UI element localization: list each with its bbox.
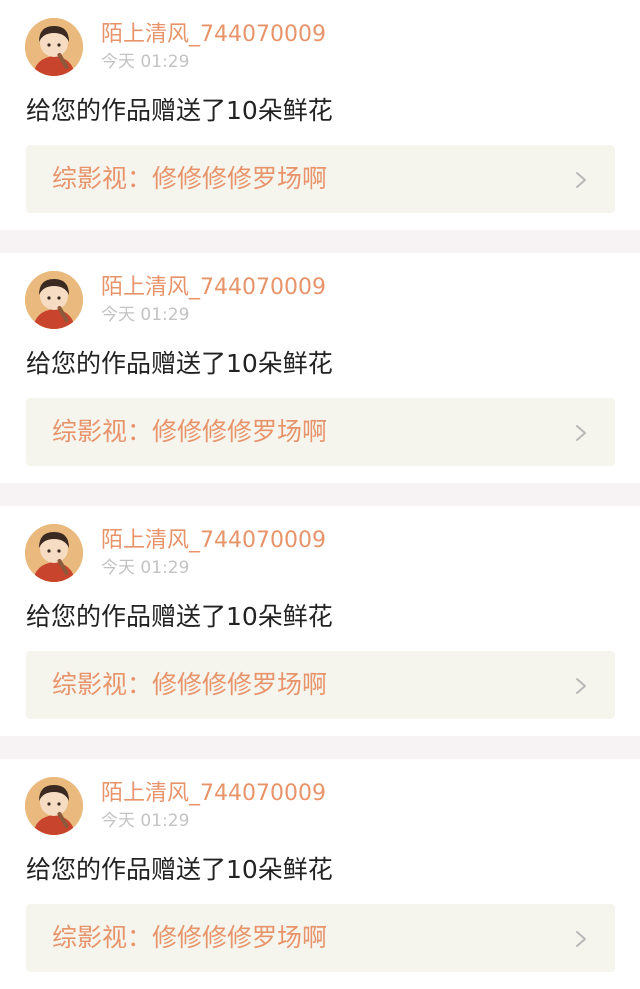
user-avatar-icon[interactable] <box>25 18 83 76</box>
username[interactable]: 陌上清风_744070009 <box>101 273 326 303</box>
notification-item: 陌上清风_744070009 今天 01:29 给您的作品赠送了10朵鲜花 综影… <box>0 506 640 736</box>
timestamp: 今天 01:29 <box>101 52 190 72</box>
notification-item: 陌上清风_744070009 今天 01:29 给您的作品赠送了10朵鲜花 综影… <box>0 253 640 483</box>
notification-message: 给您的作品赠送了10朵鲜花 <box>26 349 333 378</box>
work-title: 综影视：修修修修罗场啊 <box>52 164 328 193</box>
chevron-right-icon <box>575 424 587 442</box>
work-link-button[interactable]: 综影视：修修修修罗场啊 <box>26 651 615 719</box>
notification-item: 陌上清风_744070009 今天 01:29 给您的作品赠送了10朵鲜花 综影… <box>0 759 640 989</box>
work-link-button[interactable]: 综影视：修修修修罗场啊 <box>26 398 615 466</box>
work-title: 综影视：修修修修罗场啊 <box>52 923 328 952</box>
timestamp: 今天 01:29 <box>101 811 190 831</box>
work-title: 综影视：修修修修罗场啊 <box>52 670 328 699</box>
notification-list: 陌上清风_744070009 今天 01:29 给您的作品赠送了10朵鲜花 综影… <box>0 0 640 989</box>
chevron-right-icon <box>575 171 587 189</box>
user-avatar-icon[interactable] <box>25 524 83 582</box>
notification-message: 给您的作品赠送了10朵鲜花 <box>26 855 333 884</box>
notification-item: 陌上清风_744070009 今天 01:29 给您的作品赠送了10朵鲜花 综影… <box>0 0 640 230</box>
work-title: 综影视：修修修修罗场啊 <box>52 417 328 446</box>
timestamp: 今天 01:29 <box>101 305 190 325</box>
user-avatar-icon[interactable] <box>25 777 83 835</box>
divider <box>0 230 640 253</box>
chevron-right-icon <box>575 677 587 695</box>
divider <box>0 483 640 506</box>
work-link-button[interactable]: 综影视：修修修修罗场啊 <box>26 145 615 213</box>
chevron-right-icon <box>575 930 587 948</box>
work-link-button[interactable]: 综影视：修修修修罗场啊 <box>26 904 615 972</box>
username[interactable]: 陌上清风_744070009 <box>101 20 326 50</box>
user-avatar-icon[interactable] <box>25 271 83 329</box>
username[interactable]: 陌上清风_744070009 <box>101 526 326 556</box>
notification-message: 给您的作品赠送了10朵鲜花 <box>26 602 333 631</box>
divider <box>0 736 640 759</box>
timestamp: 今天 01:29 <box>101 558 190 578</box>
username[interactable]: 陌上清风_744070009 <box>101 779 326 809</box>
notification-message: 给您的作品赠送了10朵鲜花 <box>26 96 333 125</box>
